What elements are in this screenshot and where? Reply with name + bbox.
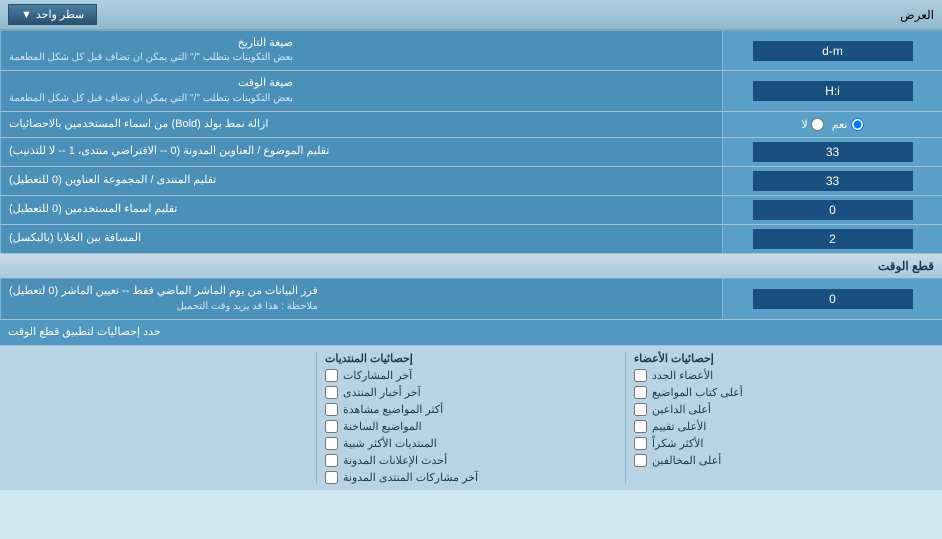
- cutoff-label: فرز البيانات من يوم الماشر الماضي فقط --…: [0, 279, 722, 318]
- checkboxes-section: إحصائيات الأعضاء الأعضاء الجدد أعلى كتاب…: [0, 346, 942, 490]
- most-thanks-item: الأكثر شكراً: [634, 437, 926, 450]
- top-warned-checkbox[interactable]: [634, 454, 647, 467]
- cell-spacing-row: المسافة بين الخلايا (بالبكسل): [0, 225, 942, 254]
- most-thanks-checkbox[interactable]: [634, 437, 647, 450]
- radio-no-label[interactable]: لا: [802, 118, 824, 131]
- bold-remove-radio-cell: نعم لا: [722, 112, 942, 137]
- radio-yes-label[interactable]: نعم: [832, 118, 864, 131]
- display-dropdown[interactable]: سطر واحد ▼: [8, 4, 97, 25]
- date-format-label: صيغة التاريخ بعض التكوينات يتطلب "/" الت…: [0, 31, 722, 70]
- cell-spacing-input-cell: [722, 225, 942, 253]
- last-posts-checkbox[interactable]: [325, 369, 338, 382]
- top-rated-item: الأعلى تقييم: [634, 420, 926, 433]
- date-format-input[interactable]: [753, 41, 913, 61]
- bold-remove-label: ازالة نمط بولد (Bold) من اسماء المستخدمي…: [0, 112, 722, 137]
- right-empty-col: [8, 352, 316, 484]
- subject-order-input-cell: [722, 138, 942, 166]
- cutoff-input[interactable]: [753, 289, 913, 309]
- top-warned-item: أعلى المخالفين: [634, 454, 926, 467]
- header-title: العرض: [900, 8, 934, 22]
- date-format-row: صيغة التاريخ بعض التكوينات يتطلب "/" الت…: [0, 31, 942, 71]
- radio-yes[interactable]: [851, 118, 864, 131]
- radio-no[interactable]: [811, 118, 824, 131]
- new-members-checkbox[interactable]: [634, 369, 647, 382]
- latest-announcements-checkbox[interactable]: [325, 454, 338, 467]
- username-trim-input[interactable]: [753, 200, 913, 220]
- forum-order-label: تقليم المنتدى / المجموعة العناوين (0 للت…: [0, 167, 722, 195]
- time-format-input[interactable]: [753, 81, 913, 101]
- most-similar-item: المنتديات الأكثر شبية: [325, 437, 617, 450]
- cutoff-input-cell: [722, 279, 942, 318]
- username-trim-label: تقليم اسماء المستخدمين (0 للتعطيل): [0, 196, 722, 224]
- last-news-item: آخر أخبار المنتدى: [325, 386, 617, 399]
- cell-spacing-label: المسافة بين الخلايا (بالبكسل): [0, 225, 722, 253]
- forum-order-input-cell: [722, 167, 942, 195]
- top-topic-writers-item: أعلى كتاب المواضيع: [634, 386, 926, 399]
- cutoff-section-header: قطع الوقت: [0, 254, 942, 279]
- subject-order-label: تقليم الموضوع / العناوين المدونة (0 -- ا…: [0, 138, 722, 166]
- cell-spacing-input[interactable]: [753, 229, 913, 249]
- forum-order-input[interactable]: [753, 171, 913, 191]
- most-viewed-item: أكثر المواضيع مشاهدة: [325, 403, 617, 416]
- username-trim-row: تقليم اسماء المستخدمين (0 للتعطيل): [0, 196, 942, 225]
- hot-topics-item: المواضيع الساخنة: [325, 420, 617, 433]
- cutoff-row: فرز البيانات من يوم الماشر الماضي فقط --…: [0, 279, 942, 319]
- bold-remove-row: نعم لا ازالة نمط بولد (Bold) من اسماء ال…: [0, 112, 942, 138]
- last-forum-posts-checkbox[interactable]: [325, 471, 338, 484]
- subject-order-row: تقليم الموضوع / العناوين المدونة (0 -- ا…: [0, 138, 942, 167]
- time-format-row: صيغة الوقت بعض التكوينات يتطلب "/" التي …: [0, 71, 942, 111]
- stats-filter-label: حدد إحصاليات لتطبيق قطع الوقت: [0, 320, 942, 345]
- member-stats-col: إحصائيات الأعضاء الأعضاء الجدد أعلى كتاب…: [625, 352, 934, 484]
- forum-order-row: تقليم المنتدى / المجموعة العناوين (0 للت…: [0, 167, 942, 196]
- top-inviters-checkbox[interactable]: [634, 403, 647, 416]
- last-news-checkbox[interactable]: [325, 386, 338, 399]
- time-format-input-cell: [722, 71, 942, 110]
- hot-topics-checkbox[interactable]: [325, 420, 338, 433]
- member-stats-header: إحصائيات الأعضاء: [634, 352, 926, 365]
- username-trim-input-cell: [722, 196, 942, 224]
- last-forum-posts-item: آخر مشاركات المنتدى المدونة: [325, 471, 617, 484]
- subject-order-input[interactable]: [753, 142, 913, 162]
- forum-stats-col: إحصائيات المنتديات آخر المشاركات آخر أخب…: [316, 352, 625, 484]
- top-topic-writers-checkbox[interactable]: [634, 386, 647, 399]
- dropdown-label: سطر واحد: [36, 8, 84, 21]
- stats-filter-row: حدد إحصاليات لتطبيق قطع الوقت: [0, 320, 942, 346]
- last-posts-item: آخر المشاركات: [325, 369, 617, 382]
- forum-stats-header: إحصائيات المنتديات: [325, 352, 617, 365]
- most-viewed-checkbox[interactable]: [325, 403, 338, 416]
- time-format-label: صيغة الوقت بعض التكوينات يتطلب "/" التي …: [0, 71, 722, 110]
- latest-announcements-item: أحدث الإعلانات المدونة: [325, 454, 617, 467]
- top-inviters-item: أعلى الداعين: [634, 403, 926, 416]
- new-members-item: الأعضاء الجدد: [634, 369, 926, 382]
- top-rated-checkbox[interactable]: [634, 420, 647, 433]
- main-container: العرض سطر واحد ▼ صيغة التاريخ بعض التكوي…: [0, 0, 942, 490]
- dropdown-arrow-icon: ▼: [21, 9, 32, 21]
- date-format-input-cell: [722, 31, 942, 70]
- header-row: العرض سطر واحد ▼: [0, 0, 942, 31]
- most-similar-checkbox[interactable]: [325, 437, 338, 450]
